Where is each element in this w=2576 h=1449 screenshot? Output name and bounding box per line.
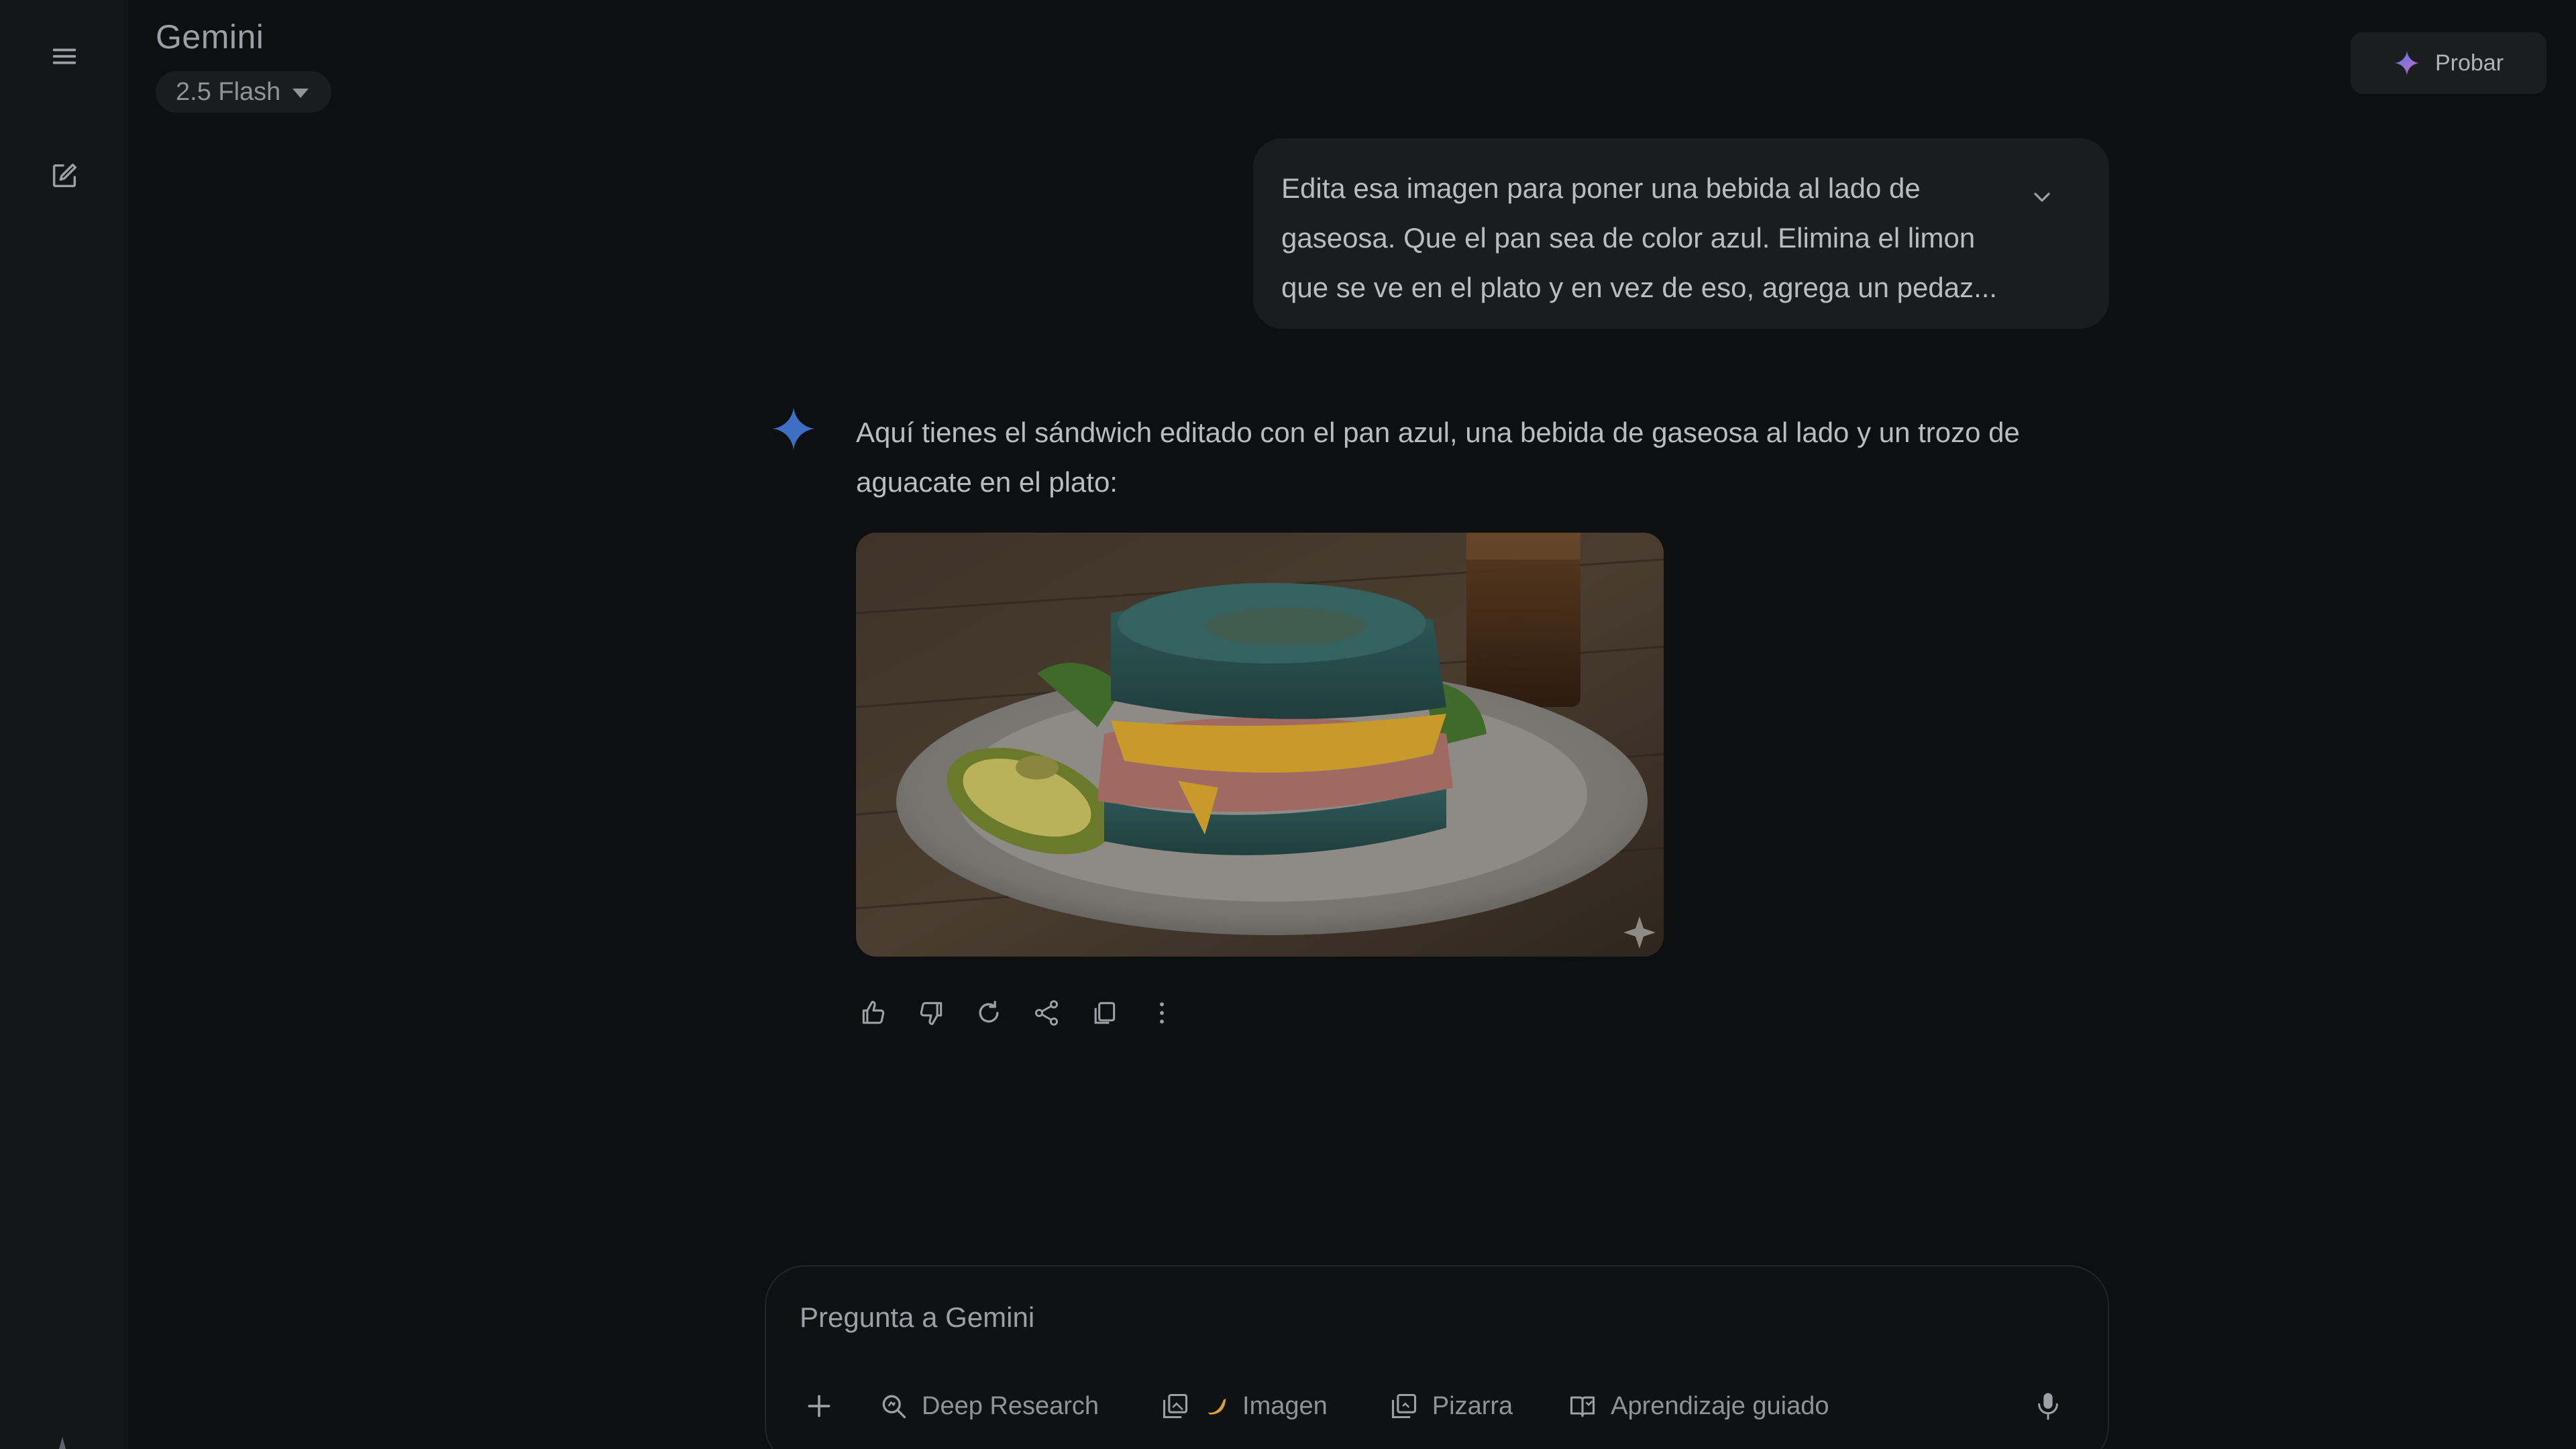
refresh-icon <box>979 1000 999 1023</box>
gemini-spark-icon <box>2394 50 2420 76</box>
image-icon <box>1163 1393 1188 1419</box>
share-button[interactable] <box>1029 996 1064 1030</box>
response-text: Aquí tienes el sándwich editado con el p… <box>856 408 2104 507</box>
settings-icon[interactable] <box>52 1436 72 1449</box>
response-line: aguacate en el plato: <box>856 466 1118 498</box>
thumb-down-icon <box>920 1002 943 1026</box>
chevron-down-icon <box>2034 193 2050 202</box>
prompt-composer: Pregunta a Gemini Deep Research Imagen P… <box>765 1265 2109 1449</box>
thumb-up-icon <box>862 1000 885 1024</box>
user-message-line: Edita esa imagen para poner una bebida a… <box>1281 172 1921 204</box>
user-message-line: gaseosa. Que el pan sea de color azul. E… <box>1281 222 1976 254</box>
dislike-button[interactable] <box>914 996 949 1030</box>
image-label: Imagen <box>1242 1391 1328 1420</box>
user-message-line: que se ve en el plato y en vez de eso, a… <box>1281 272 1998 303</box>
app-title: Gemini <box>156 18 264 56</box>
regenerate-button[interactable] <box>971 996 1006 1030</box>
share-icon <box>1034 1000 1059 1026</box>
edit-icon <box>52 163 77 188</box>
add-attachment-button[interactable] <box>796 1383 843 1430</box>
response-line: Aquí tienes el sándwich editado con el p… <box>856 417 2020 448</box>
sidebar-rail <box>0 0 128 1449</box>
like-button[interactable] <box>856 996 891 1030</box>
guided-learning-icon <box>1570 1396 1595 1417</box>
mic-icon <box>2038 1393 2058 1420</box>
image-button[interactable]: Imagen <box>1150 1391 1338 1421</box>
composer-tools: Deep Research Imagen Pizarra Aprendizaje… <box>796 1379 1840 1433</box>
guided-learning-label: Aprendizaje guiado <box>1611 1391 1829 1420</box>
copy-button[interactable] <box>1087 996 1122 1030</box>
deep-research-icon <box>882 1395 906 1419</box>
gemini-app: Gemini 2.5 Flash Probar Edita esa imagen… <box>0 0 2576 1449</box>
new-chat-button[interactable] <box>32 144 97 208</box>
canvas-label: Pizarra <box>1432 1391 1513 1420</box>
generated-image[interactable] <box>856 533 1664 957</box>
microphone-button[interactable] <box>2031 1389 2065 1422</box>
prompt-input[interactable]: Pregunta a Gemini <box>800 1301 1034 1334</box>
try-button[interactable]: Probar <box>2351 32 2546 94</box>
more-options-button[interactable] <box>1144 996 1179 1030</box>
sandwich-image <box>856 533 1664 957</box>
model-selector[interactable]: 2.5 Flash <box>156 71 332 113</box>
try-label: Probar <box>2434 50 2504 76</box>
menu-icon <box>52 48 76 64</box>
response-actions <box>856 986 1179 1040</box>
deep-research-button[interactable]: Deep Research <box>868 1391 1110 1421</box>
more-vert-icon <box>1160 1002 1164 1024</box>
model-label: 2.5 Flash <box>176 77 281 106</box>
plus-icon <box>808 1395 830 1417</box>
copy-icon <box>1094 1002 1116 1024</box>
caret-down-icon <box>292 89 309 98</box>
menu-button[interactable] <box>32 24 97 89</box>
canvas-icon <box>1391 1393 1416 1419</box>
canvas-button[interactable]: Pizarra <box>1379 1391 1523 1421</box>
banana-icon <box>1208 1398 1226 1415</box>
user-message: Edita esa imagen para poner una bebida a… <box>1253 138 2109 329</box>
deep-research-label: Deep Research <box>922 1391 1099 1420</box>
gemini-spark-icon <box>771 407 816 451</box>
guided-learning-button[interactable]: Aprendizaje guiado <box>1557 1391 1839 1421</box>
expand-message-button[interactable] <box>2026 181 2058 213</box>
